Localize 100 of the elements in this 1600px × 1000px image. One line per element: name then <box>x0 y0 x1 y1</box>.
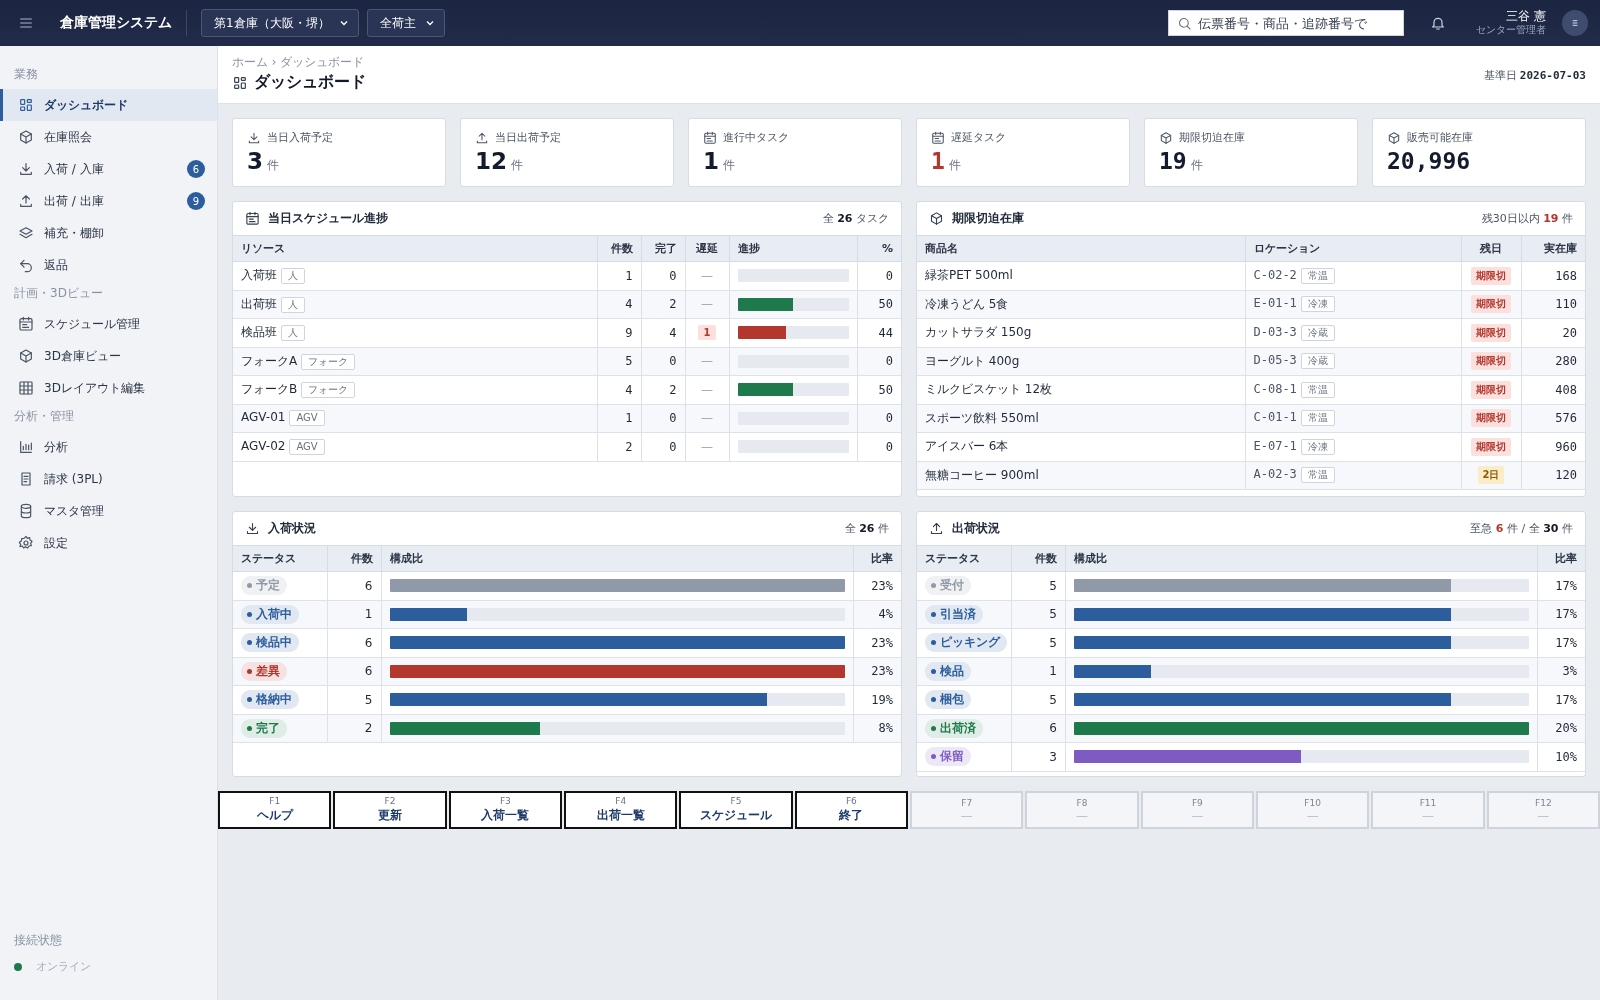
function-key[interactable]: F5 スケジュール <box>679 791 793 829</box>
delay-value: — <box>701 439 713 454</box>
kpi-label: 販売可能在庫 <box>1407 130 1473 145</box>
date-label: 基準日 <box>1483 69 1517 82</box>
table-cell: 9 <box>597 318 641 347</box>
calendar-icon <box>931 130 945 145</box>
upload-icon <box>18 193 34 209</box>
column-header: % <box>857 235 901 262</box>
column-header: 件数 <box>327 545 381 572</box>
delay-value: — <box>701 354 713 369</box>
function-key[interactable]: F1 ヘルプ <box>218 791 332 829</box>
sidebar-item[interactable]: 請求 (3PL) <box>0 463 217 495</box>
table-cell: 2 <box>597 432 641 461</box>
table-cell: 0 <box>857 261 901 290</box>
sidebar-item[interactable]: 補充・棚卸 <box>0 217 217 249</box>
search-field[interactable]: 伝票番号・商品・追跡番号で <box>1168 10 1404 36</box>
delay-value: — <box>701 297 713 312</box>
table-cell: 5 <box>327 685 381 714</box>
table-cell: 23% <box>853 571 901 600</box>
sidebar-item[interactable]: 出荷 / 出庫 9 <box>0 185 217 217</box>
status-pill: 梱包 <box>925 690 971 710</box>
panel-title: 当日スケジュール進捗 <box>268 210 389 227</box>
product-name: ミルクビスケット 12枚 <box>917 375 1245 404</box>
table-cell: 5 <box>1011 600 1066 629</box>
sidebar-item[interactable]: ダッシュボード <box>0 89 217 121</box>
column-header: 比率 <box>1537 545 1585 572</box>
table-cell: 4 <box>641 318 685 347</box>
column-header: 件数 <box>597 235 641 262</box>
dropdown[interactable]: 全荷主 <box>366 9 445 37</box>
table-icon <box>18 380 34 396</box>
zone-tag: 常温 <box>1300 467 1335 484</box>
section-heading: 分析・管理 <box>13 408 75 425</box>
table-cell: 1 <box>1011 657 1066 686</box>
column-header: リソース <box>233 235 597 262</box>
sidebar-item[interactable]: 返品 <box>0 249 217 281</box>
resource-name: フォークB <box>241 382 298 397</box>
location-code: D-05-3 <box>1253 353 1297 368</box>
status-pill: 引当済 <box>925 604 983 624</box>
dropdown[interactable]: 第1倉庫（大阪・堺） <box>201 9 359 37</box>
sidebar-item[interactable]: マスタ管理 <box>0 495 217 527</box>
zone-tag: 常温 <box>1300 267 1335 284</box>
delay-value: — <box>701 411 713 426</box>
kpi-value: 3 <box>247 149 263 175</box>
product-name: アイスバー 6本 <box>917 432 1245 461</box>
column-header: 商品名 <box>917 235 1245 262</box>
delay-badge: 1 <box>697 325 717 341</box>
table-cell: 960 <box>1521 432 1585 461</box>
status-pill: 格納中 <box>241 690 299 710</box>
delay-value: — <box>701 382 713 397</box>
grid-icon <box>232 74 248 91</box>
panel-summary: 全 26 タスク <box>822 211 889 226</box>
menu-icon[interactable] <box>18 15 34 31</box>
resource-name: 入荷班 <box>241 268 277 283</box>
resource-name: 検品班 <box>241 325 277 340</box>
user-name: 三谷 憲 <box>1505 10 1546 24</box>
cube-icon <box>18 348 34 364</box>
unit-label: 件 <box>511 157 523 174</box>
column-header: 構成比 <box>1065 545 1537 572</box>
location-code: E-07-1 <box>1253 438 1297 453</box>
table-cell: 6 <box>1011 714 1066 743</box>
cube-icon <box>929 211 944 226</box>
column-header: 実在庫 <box>1521 235 1585 262</box>
function-key[interactable]: F6 終了 <box>794 791 908 829</box>
sidebar-item[interactable]: 設定 <box>0 527 217 559</box>
resource-tag: AGV <box>289 438 325 455</box>
column-header: 完了 <box>641 235 685 262</box>
kpi-value: 1 <box>931 149 945 175</box>
count-badge: 6 <box>187 160 205 178</box>
table-cell: 17% <box>1537 628 1585 657</box>
connection-status: オンライン <box>36 959 91 974</box>
resource-name: フォークA <box>241 353 298 368</box>
undo-icon <box>18 257 34 273</box>
calendar-icon <box>18 316 34 332</box>
bell-icon[interactable] <box>1430 15 1446 31</box>
sidebar-item[interactable]: 3D倉庫ビュー <box>0 340 217 372</box>
sidebar-item[interactable]: 在庫照会 <box>0 121 217 153</box>
avatar-icon[interactable] <box>1562 10 1588 36</box>
function-key[interactable]: F3 入荷一覧 <box>448 791 562 829</box>
function-key[interactable]: F2 更新 <box>333 791 447 829</box>
resource-tag: AGV <box>289 410 325 427</box>
panel-title: 入荷状況 <box>268 520 317 537</box>
sidebar-item[interactable]: 入荷 / 入庫 6 <box>0 153 217 185</box>
table-cell: 17% <box>1537 685 1585 714</box>
resource-name: AGV-02 <box>241 438 286 453</box>
sidebar-item[interactable]: スケジュール管理 <box>0 308 217 340</box>
resource-name: AGV-01 <box>241 410 286 425</box>
remaining-badge: 期限切 <box>1471 437 1511 456</box>
location-code: C-02-2 <box>1253 267 1297 282</box>
sidebar-item[interactable]: 分析 <box>0 431 217 463</box>
column-header: 進捗 <box>729 235 857 262</box>
status-pill: 予定 <box>241 576 287 596</box>
settings-icon <box>18 535 34 551</box>
function-key[interactable]: F4 出荷一覧 <box>564 791 678 829</box>
status-pill: 受付 <box>925 576 971 596</box>
sidebar-item[interactable]: 3Dレイアウト編集 <box>0 372 217 404</box>
table-cell: 1 <box>597 261 641 290</box>
column-header: ステータス <box>917 545 1012 572</box>
grid-icon <box>18 97 34 113</box>
panel-title: 期限切迫在庫 <box>952 210 1025 227</box>
table-cell: 3 <box>1011 742 1066 771</box>
